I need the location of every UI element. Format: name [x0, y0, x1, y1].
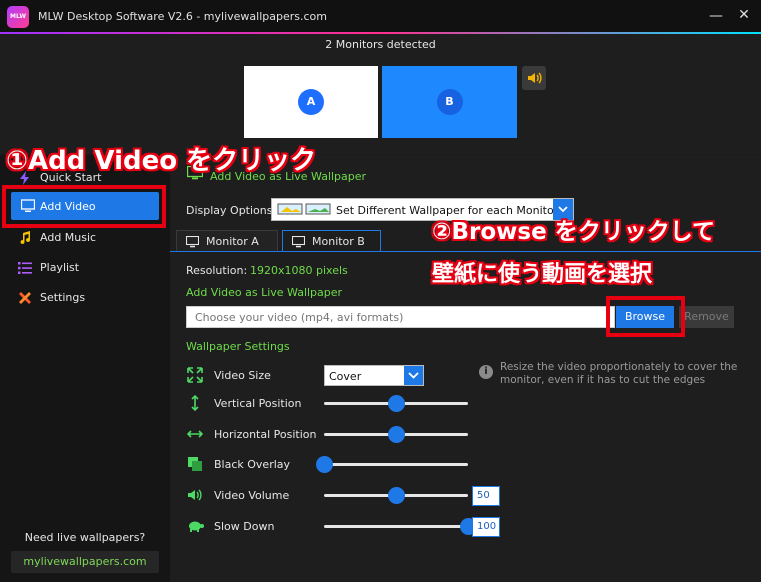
video-file-input[interactable] [186, 306, 615, 328]
black-overlay-slider[interactable] [316, 456, 468, 473]
slow-down-slider[interactable] [324, 518, 477, 535]
video-volume-label: Video Volume [214, 489, 290, 502]
annotation-highlight-browse [606, 296, 685, 337]
monitor-a-label: A [298, 89, 324, 115]
slow-down-value[interactable]: 100 [472, 517, 500, 537]
monitors-detected-text: 2 Monitors detected [325, 38, 436, 51]
resolution-value: 1920x1080 pixels [250, 264, 348, 277]
annotation-step2-line2: 壁紙に使う動画を選択 [432, 262, 653, 287]
tab-monitor-b[interactable]: Monitor B [282, 230, 381, 252]
slider-thumb[interactable] [388, 487, 405, 504]
speaker-icon [528, 72, 542, 84]
dual-monitor-icon [277, 203, 331, 215]
sidebar-item-settings[interactable]: Settings [0, 283, 170, 313]
tab-label: Monitor A [206, 235, 259, 248]
add-video-sublabel: Add Video as Live Wallpaper [186, 286, 343, 299]
info-icon: i [479, 365, 493, 379]
monitor-a-preview[interactable]: A [244, 66, 378, 138]
sidebar-item-label: Add Music [40, 231, 97, 244]
monitor-icon [292, 236, 305, 248]
video-size-value: Cover [329, 370, 362, 383]
overlay-icon [188, 457, 202, 471]
slow-down-label: Slow Down [214, 520, 275, 533]
music-note-icon [20, 231, 31, 245]
window-title: MLW Desktop Software V2.6 - mylivewallpa… [38, 10, 327, 23]
annotation-step2-line1: ②Browse をクリックして [432, 219, 716, 245]
slider-thumb[interactable] [316, 456, 333, 473]
video-size-label: Video Size [214, 369, 271, 382]
title-bar: MLW MLW Desktop Software V2.6 - mylivewa… [0, 0, 761, 34]
info-text: Resize the video proportionately to cove… [500, 361, 738, 386]
turtle-icon [189, 521, 204, 532]
display-options-label: Display Options: [186, 204, 277, 217]
monitor-area [0, 34, 761, 154]
sidebar-item-playlist[interactable]: Playlist [0, 253, 170, 283]
slider-thumb[interactable] [388, 395, 405, 412]
tab-divider [170, 251, 761, 252]
video-size-select[interactable]: Cover [324, 365, 424, 386]
video-volume-slider[interactable] [324, 487, 468, 504]
site-link[interactable]: mylivewallpapers.com [11, 551, 159, 573]
chevron-down-icon [404, 366, 423, 385]
resolution-label: Resolution: [186, 264, 248, 277]
wrench-icon [19, 292, 31, 304]
vertical-arrows-icon [191, 395, 199, 411]
horizontal-position-slider[interactable] [324, 426, 468, 443]
monitor-icon [186, 236, 199, 248]
annotation-step1: ①Add Video をクリック [6, 146, 317, 176]
monitor-b-preview[interactable]: B [382, 66, 517, 138]
slider-thumb[interactable] [388, 426, 405, 443]
minimize-button[interactable]: — [708, 8, 724, 24]
speaker-button[interactable] [522, 66, 546, 90]
tab-monitor-a[interactable]: Monitor A [176, 230, 278, 252]
remove-button[interactable]: Remove [679, 306, 734, 328]
black-overlay-label: Black Overlay [214, 458, 291, 471]
monitor-b-label: B [436, 89, 463, 115]
annotation-highlight-add-video [2, 185, 166, 228]
need-wallpapers-text: Need live wallpapers? [24, 531, 146, 544]
tab-label: Monitor B [312, 235, 365, 248]
close-button[interactable]: ✕ [736, 7, 752, 23]
app-logo: MLW [7, 6, 29, 28]
vertical-position-label: Vertical Position [214, 397, 302, 410]
volume-icon [188, 489, 202, 501]
video-volume-value[interactable]: 50 [472, 486, 500, 506]
wallpaper-settings-title: Wallpaper Settings [186, 340, 290, 353]
sidebar-item-label: Settings [40, 291, 86, 304]
sidebar-item-label: Playlist [40, 261, 80, 274]
list-icon [18, 262, 32, 274]
resize-icon [187, 367, 203, 383]
horizontal-arrows-icon [187, 430, 203, 438]
vertical-position-slider[interactable] [324, 395, 468, 412]
horizontal-position-label: Horizontal Position [214, 428, 317, 441]
